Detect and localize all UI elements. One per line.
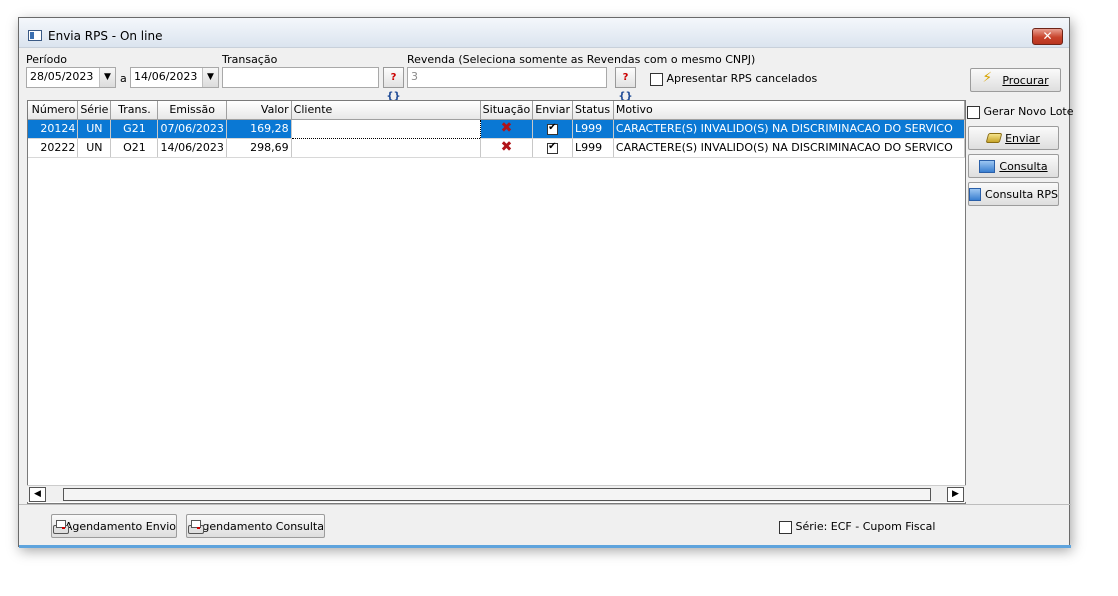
col-header[interactable]: Motivo [613, 101, 966, 120]
consulta-rps-label: Consulta RPS [985, 187, 1058, 201]
scroll-right-icon[interactable]: ▶ [947, 487, 964, 502]
printer-icon [187, 519, 204, 534]
bottom-bar: Agendamento Envio Agendamento Consulta S… [19, 504, 1071, 548]
date-to-value: 14/06/2023 [134, 70, 198, 83]
scrollbar-thumb[interactable] [63, 488, 931, 501]
date-to-combo[interactable]: 14/06/2023 ▼ [130, 67, 219, 88]
novo-lote-label: Gerar Novo Lote [983, 105, 1074, 118]
cell-enviar[interactable] [532, 119, 574, 139]
rps-table: Número Série Trans. Emissão Valor Client… [28, 101, 966, 158]
consulta-button[interactable]: Consulta [968, 154, 1059, 178]
table-row[interactable]: 20222 UN O21 14/06/2023 298,69 ✖ L999 CA… [28, 138, 966, 158]
enviar-label: Enviar [1005, 131, 1040, 145]
error-x-icon: ✖ [500, 139, 513, 155]
consulta-rps-button[interactable]: Consulta RPS [968, 182, 1059, 206]
cell-status: L999 [572, 119, 614, 139]
revenda-input[interactable]: 3 [407, 67, 607, 88]
side-panel: Gerar Novo Lote Enviar Consulta Consulta… [966, 100, 1074, 504]
cell-enviar[interactable] [532, 138, 574, 158]
novo-lote-option[interactable]: Gerar Novo Lote [967, 105, 1074, 119]
chevron-down-icon[interactable]: ▼ [202, 68, 218, 87]
date-separator: a [120, 72, 127, 85]
cell-numero: 20124 [28, 119, 79, 139]
cancelados-option[interactable]: Apresentar RPS cancelados [650, 72, 817, 86]
col-header[interactable]: Número [28, 101, 79, 120]
horizontal-scrollbar[interactable]: ◀ ▶ [27, 485, 966, 502]
date-from-combo[interactable]: 28/05/2023 ▼ [26, 67, 116, 88]
title-bar: Envia RPS - On line ✕ [19, 18, 1069, 48]
cell-serie: UN [77, 119, 112, 139]
revenda-label: Revenda (Seleciona somente as Revendas c… [407, 53, 756, 66]
agendamento-consulta-button[interactable]: Agendamento Consulta [186, 514, 325, 538]
enviar-button[interactable]: Enviar [968, 126, 1059, 150]
error-x-icon: ✖ [500, 120, 513, 136]
cancelados-label: Apresentar RPS cancelados [666, 72, 818, 85]
window-bottom-accent [19, 545, 1071, 548]
grid-header-row: Número Série Trans. Emissão Valor Client… [28, 101, 966, 120]
novo-lote-checkbox[interactable] [967, 105, 980, 119]
enviar-checkbox[interactable] [547, 122, 559, 135]
cell-motivo: CARACTERE(S) INVALIDO(S) NA DISCRIMINACA… [613, 119, 966, 139]
agendamento-consulta-label: Agendamento Consulta [194, 519, 324, 533]
printer-icon [52, 519, 69, 534]
cell-valor: 169,28 [226, 119, 292, 139]
col-header[interactable]: Série [77, 101, 112, 120]
agendamento-envio-button[interactable]: Agendamento Envio [51, 514, 177, 538]
cell-emissao: 14/06/2023 [157, 138, 227, 158]
serie-ecf-option[interactable]: Série: ECF - Cupom Fiscal [779, 520, 935, 534]
chevron-down-icon[interactable]: ▼ [99, 68, 115, 87]
cell-trans: O21 [110, 138, 159, 158]
cell-emissao: 07/06/2023 [157, 119, 227, 139]
cell-valor: 298,69 [226, 138, 292, 158]
transacao-lookup-button[interactable]: ?{} [383, 67, 404, 102]
agendamento-envio-label: Agendamento Envio [64, 519, 176, 533]
close-button[interactable]: ✕ [1032, 28, 1063, 45]
consulta-label: Consulta [999, 159, 1048, 173]
lookup-icon: ? [622, 72, 629, 83]
cell-situacao: ✖ [480, 119, 534, 139]
col-header[interactable]: Status [572, 101, 614, 120]
scroll-left-icon[interactable]: ◀ [29, 487, 46, 502]
window-icon [28, 30, 42, 41]
periodo-label: Período [26, 53, 68, 66]
serie-ecf-label: Série: ECF - Cupom Fiscal [795, 520, 936, 533]
procurar-button[interactable]: Procurar [970, 68, 1061, 92]
col-header[interactable]: Trans. [110, 101, 159, 120]
revenda-lookup-button[interactable]: ?{} [615, 67, 636, 102]
date-from-value: 28/05/2023 [30, 70, 94, 83]
cell-serie: UN [77, 138, 112, 158]
lookup-icon: ? [390, 72, 397, 83]
col-header[interactable]: Emissão [157, 101, 227, 120]
cell-status: L999 [572, 138, 614, 158]
enviar-checkbox[interactable] [547, 141, 559, 154]
procurar-label: Procurar [1002, 73, 1049, 87]
cell-trans: G21 [110, 119, 159, 139]
table-row[interactable]: 20124 UN G21 07/06/2023 169,28 ✖ L999 CA… [28, 118, 966, 139]
envia-rps-window: Envia RPS - On line ✕ Período 28/05/2023… [18, 17, 1074, 548]
monitor-icon [969, 187, 982, 201]
lightning-icon [982, 70, 998, 87]
col-header[interactable]: Enviar [532, 101, 574, 120]
send-icon [985, 133, 1003, 143]
cancelados-checkbox[interactable] [650, 72, 663, 86]
cell-cliente[interactable] [290, 118, 481, 139]
monitor-icon [979, 159, 996, 173]
cell-cliente[interactable] [291, 138, 481, 158]
cell-numero: 20222 [28, 138, 79, 158]
col-header[interactable]: Situação [480, 101, 534, 120]
cell-situacao: ✖ [480, 138, 534, 158]
col-header[interactable]: Cliente [291, 101, 481, 120]
transacao-input[interactable] [222, 67, 379, 88]
window-title: Envia RPS - On line [48, 29, 163, 43]
serie-ecf-checkbox[interactable] [779, 520, 792, 534]
col-header[interactable]: Valor [226, 101, 292, 120]
transacao-label: Transação [222, 53, 278, 66]
cell-motivo: CARACTERE(S) INVALIDO(S) NA DISCRIMINACA… [613, 138, 966, 158]
rps-grid[interactable]: Número Série Trans. Emissão Valor Client… [27, 100, 966, 504]
